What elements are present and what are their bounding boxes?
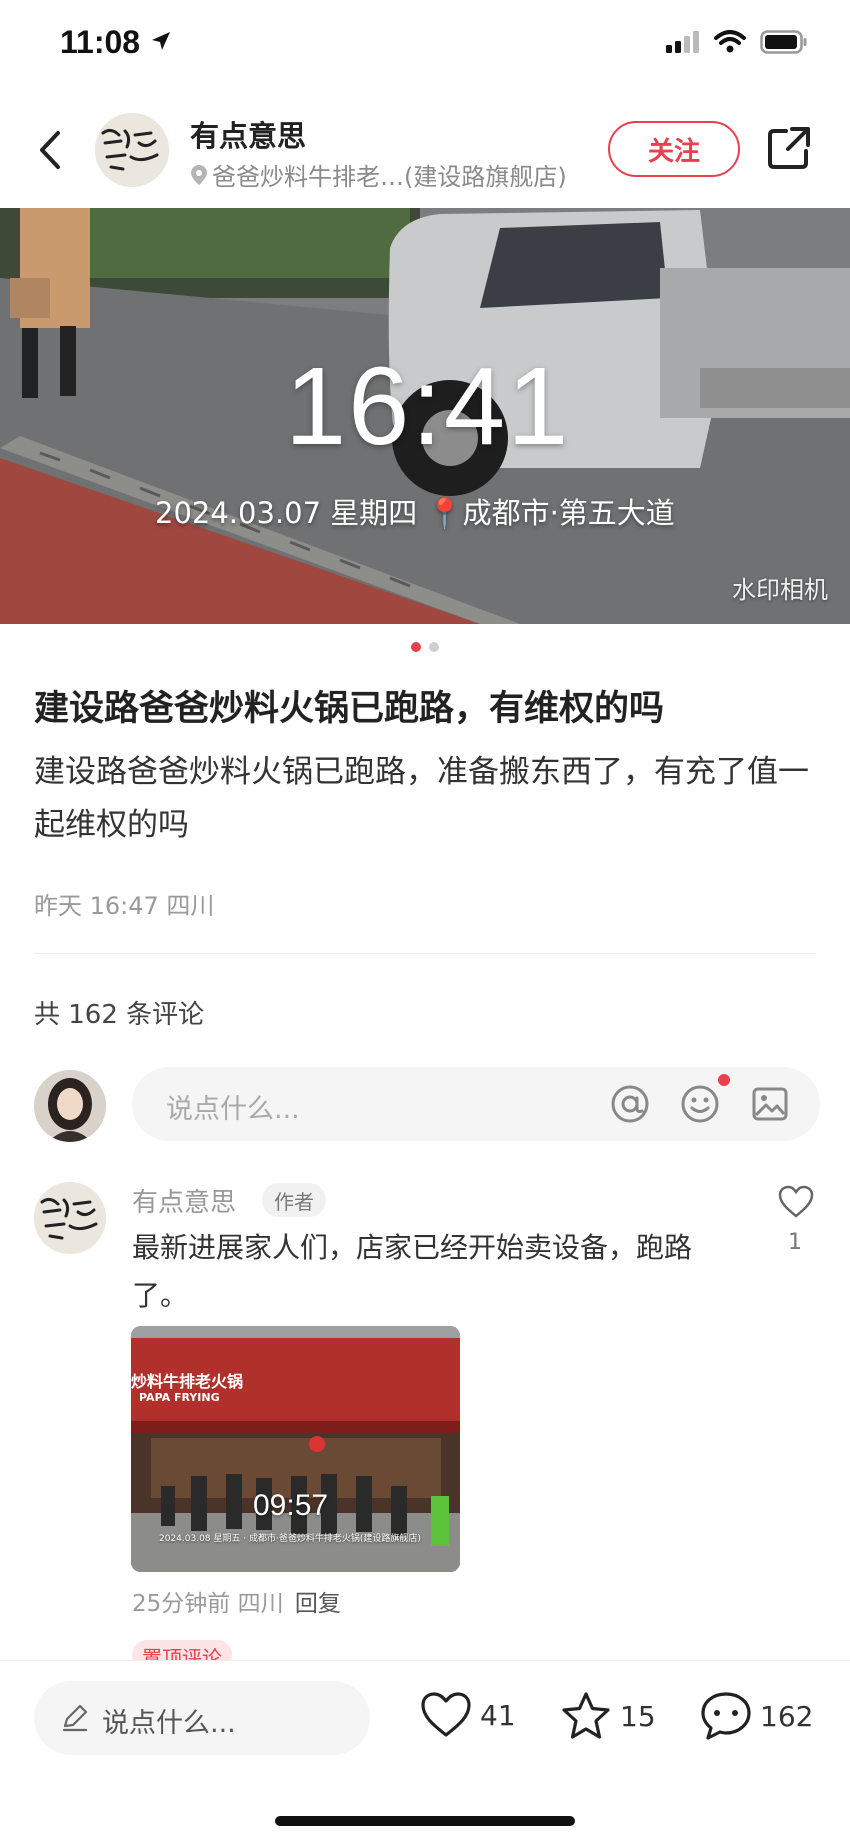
author-name[interactable]: 有点意思 (190, 113, 306, 155)
carousel-dot-active (411, 642, 421, 652)
comment-like-button[interactable] (778, 1185, 814, 1219)
post-header: 有点意思 爸爸炒料牛排老…(建设路旗舰店) 关注 (0, 95, 850, 205)
store-sign-text: 炒料牛排老火锅 (131, 1372, 244, 1391)
emoji-icon[interactable] (680, 1084, 720, 1124)
status-time: 11:08 (60, 24, 141, 60)
chevron-left-icon (40, 131, 60, 169)
post-body: 建设路爸爸炒料火锅已跑路，准备搬东西了，有充了值一起维权的吗 (34, 754, 809, 843)
comment-photo-meta: 2024.03.08 星期五 · 成都市·爸爸炒料牛排老火锅(建设路旗舰店) (159, 1534, 421, 1544)
comment-text: 最新进展家人们，店家已经开始卖设备，跑路了。 (132, 1231, 693, 1312)
carousel-indicator (0, 642, 850, 652)
bottom-comment-input[interactable]: 说点什么... (34, 1681, 370, 1755)
bottom-action-bar: 说点什么... 41 15 162 (0, 1660, 850, 1840)
star-icon (562, 1692, 610, 1739)
mention-icon[interactable] (610, 1084, 650, 1124)
home-indicator (275, 1816, 575, 1826)
current-user-avatar[interactable] (34, 1070, 106, 1142)
author-badge: 作者 (262, 1183, 326, 1217)
like-count: 41 (480, 1698, 516, 1732)
heart-icon (421, 1692, 471, 1737)
photo-date-location: 2024.03.07 星期四 📍成都市·第五大道 (155, 496, 675, 530)
star-button[interactable]: 15 (560, 1691, 656, 1741)
photo-watermark: 水印相机 (732, 576, 828, 604)
comment-button[interactable]: 162 (700, 1691, 813, 1741)
bottom-input-placeholder: 说点什么... (102, 1708, 236, 1739)
comment-author-avatar[interactable] (34, 1182, 106, 1254)
comment-region: 四川 (237, 1591, 284, 1617)
comment-photo[interactable]: 炒料牛排老火锅 PAPA FRYING 09:57 2024.03.08 星期五… (131, 1326, 460, 1572)
star-count: 15 (620, 1699, 656, 1733)
comment-photo-timestamp: 09:57 (253, 1489, 329, 1522)
pencil-icon (62, 1704, 88, 1732)
comment-meta: 25分钟前 四川 回复 (132, 1584, 341, 1618)
post-meta: 昨天 16:47 四川 (34, 892, 215, 920)
back-button[interactable] (30, 125, 70, 175)
comment-like-count: 1 (788, 1230, 802, 1255)
comment-input-placeholder: 说点什么... (166, 1094, 300, 1125)
comment-bubble-icon (701, 1692, 751, 1740)
share-button[interactable] (766, 125, 812, 171)
location-pin-icon (191, 164, 207, 185)
author-avatar[interactable] (95, 113, 169, 187)
photo-timestamp: 16:41 (285, 345, 571, 468)
post-photo[interactable]: 16:41 2024.03.07 星期四 📍成都市·第五大道 水印相机 (0, 208, 850, 624)
location-arrow-icon (150, 30, 172, 56)
comment-author-name[interactable]: 有点意思 (132, 1182, 236, 1219)
notification-dot (718, 1074, 730, 1086)
follow-button[interactable]: 关注 (608, 121, 740, 177)
store-sign-english: PAPA FRYING (139, 1391, 220, 1404)
like-button[interactable]: 41 (420, 1691, 516, 1739)
comment-input[interactable]: 说点什么... (132, 1067, 820, 1141)
carousel-dot (429, 642, 439, 652)
comment-count: 共 162 条评论 (34, 1000, 205, 1030)
comment-total: 162 (760, 1699, 814, 1733)
status-bar: 11:08 (0, 0, 850, 95)
signal-icon (666, 31, 700, 57)
post-title: 建设路爸爸炒料火锅已跑路，有维权的吗 (34, 689, 665, 729)
heart-icon (778, 1185, 814, 1218)
share-icon (768, 127, 810, 169)
image-icon[interactable] (750, 1084, 790, 1124)
divider (34, 953, 816, 954)
post-location[interactable]: 爸爸炒料牛排老…(建设路旗舰店) (190, 157, 567, 192)
comment-time: 25分钟前 (132, 1591, 231, 1617)
post-location-label: 爸爸炒料牛排老…(建设路旗舰店) (212, 163, 567, 191)
battery-icon (760, 30, 808, 58)
wifi-icon (714, 30, 746, 58)
reply-button[interactable]: 回复 (295, 1591, 341, 1617)
